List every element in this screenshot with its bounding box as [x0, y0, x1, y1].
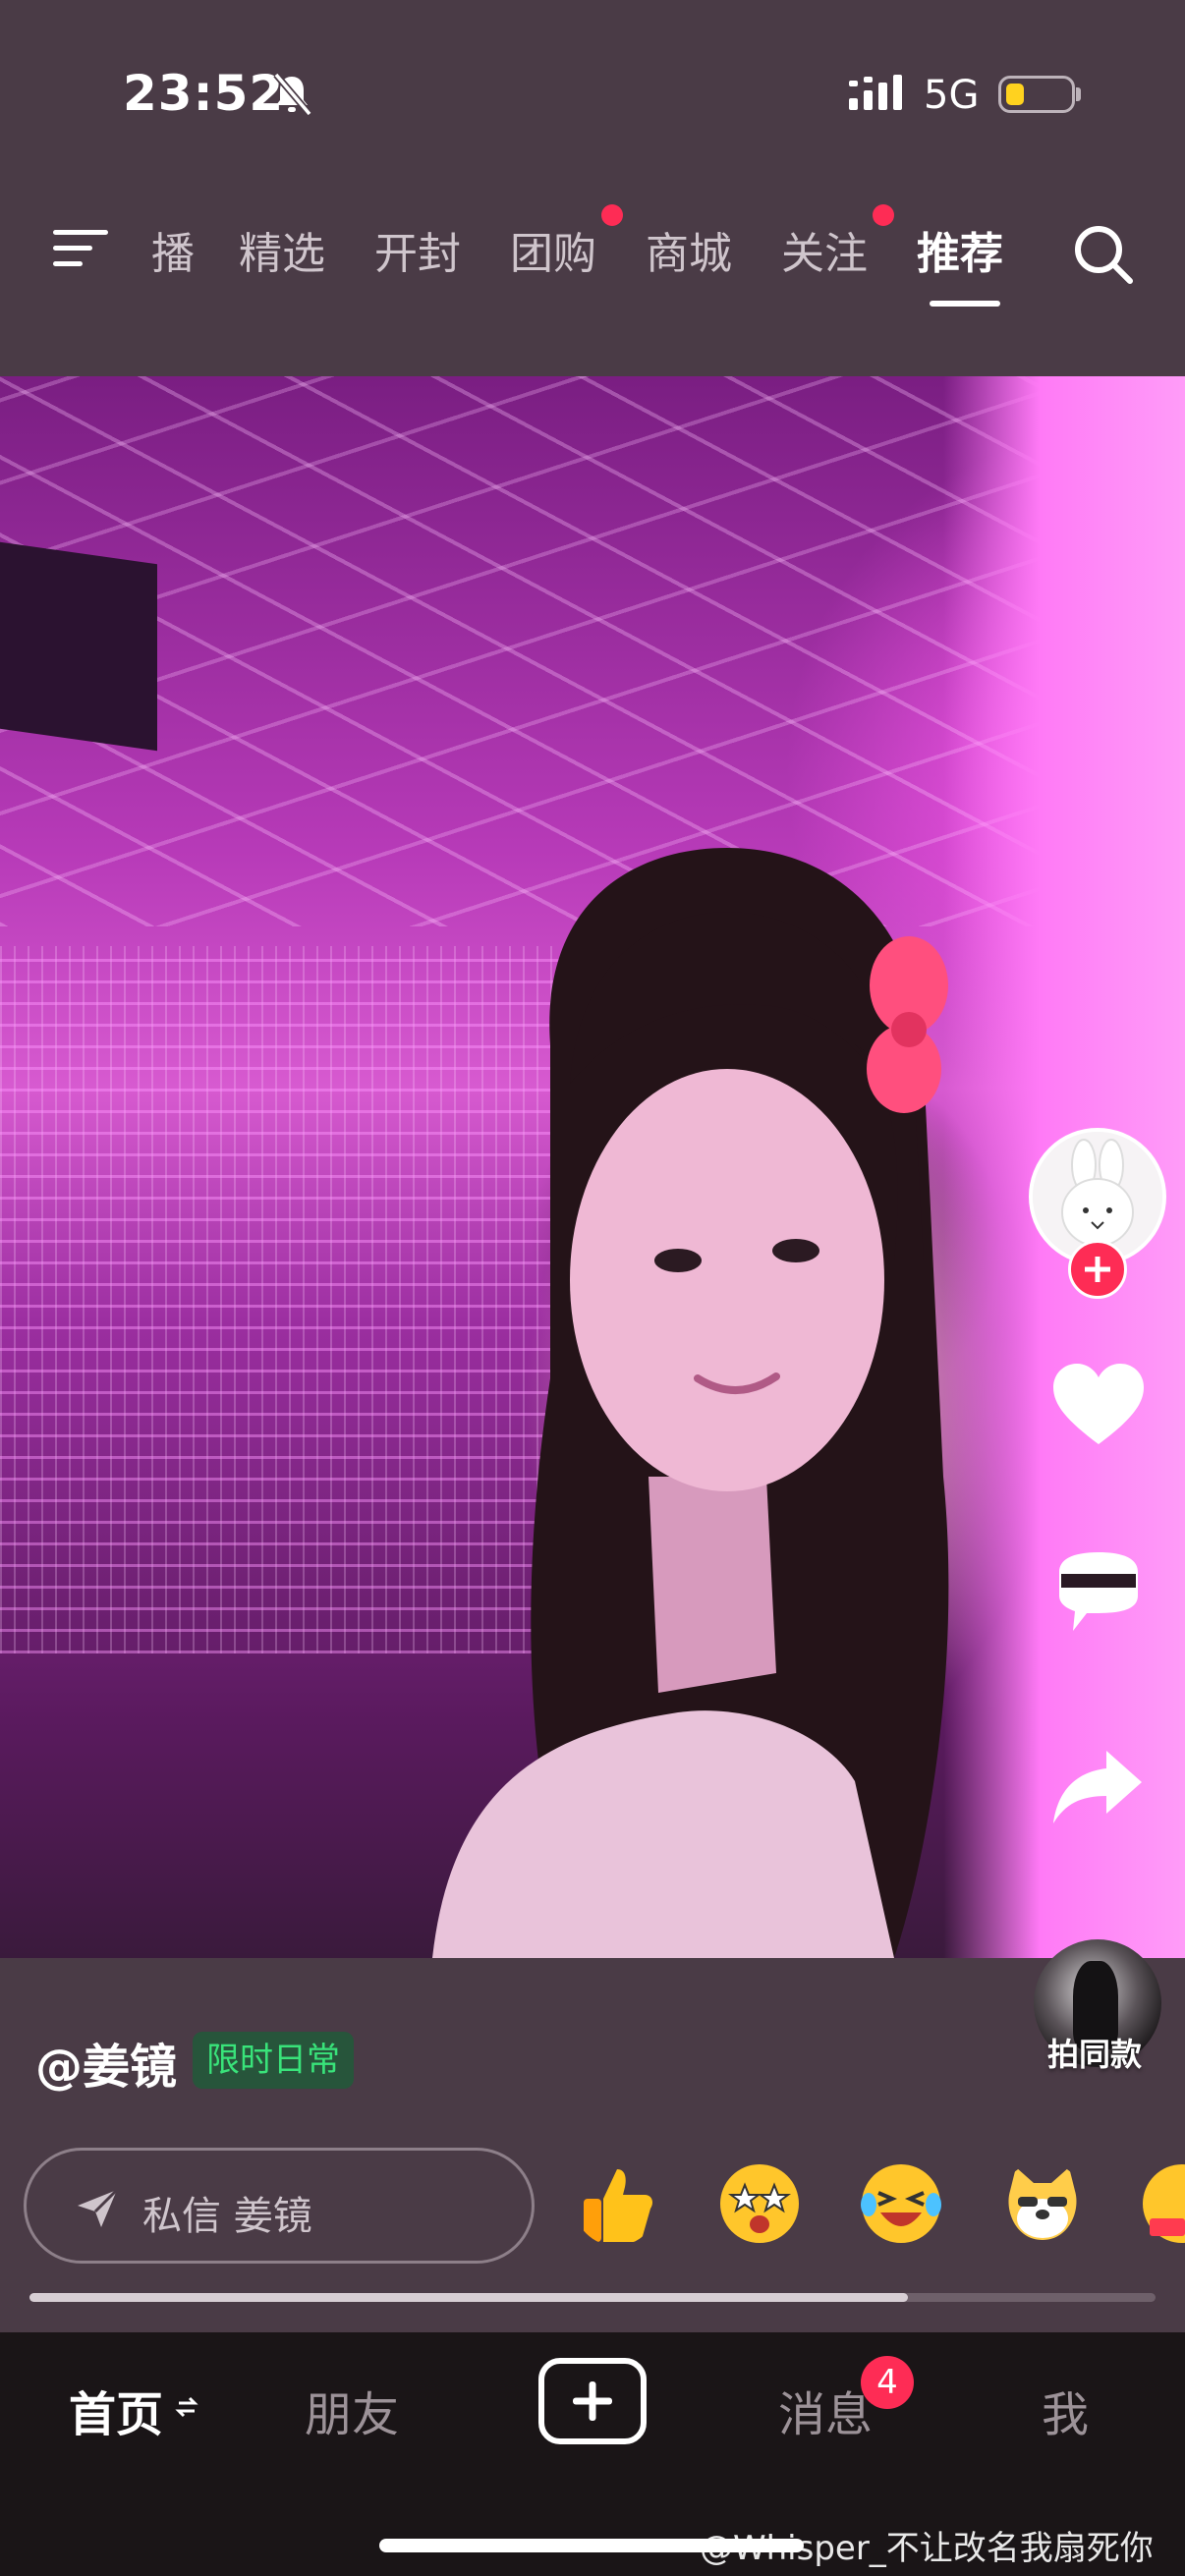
tab-shangcheng[interactable]: 商城: [646, 218, 732, 281]
search-icon[interactable]: [1069, 220, 1138, 289]
nav-friends[interactable]: 朋友: [305, 2376, 399, 2444]
tab-tuijian[interactable]: 推荐: [917, 218, 1003, 281]
top-nav: 播 精选 开封 团购 商城 关注 推荐: [0, 196, 1185, 376]
signal-icon: [849, 75, 902, 110]
network-type: 5G: [924, 73, 980, 118]
guanzhu-notification-dot: [873, 204, 894, 226]
tab-tuangou[interactable]: 团购: [510, 218, 596, 281]
create-post-button[interactable]: [538, 2358, 647, 2444]
video-progress-bar[interactable]: [29, 2293, 1156, 2302]
author-name[interactable]: @姜镜: [35, 2028, 177, 2097]
laugh-cry-emoji-icon[interactable]: [859, 2161, 943, 2246]
home-indicator[interactable]: [379, 2539, 804, 2552]
send-icon: [78, 2188, 119, 2227]
dm-label: 私信 姜镜: [142, 2194, 312, 2239]
battery-tip: [1076, 87, 1081, 101]
status-bar: 23:52 5G: [0, 0, 1185, 196]
same-style-label[interactable]: 拍同款: [1047, 2030, 1142, 2075]
status-time: 23:52: [123, 65, 285, 122]
nav-me[interactable]: 我: [1042, 2376, 1089, 2444]
share-icon[interactable]: [1047, 1737, 1150, 1839]
comment-icon[interactable]: [1047, 1542, 1150, 1645]
tab-bo[interactable]: 播: [151, 218, 195, 281]
thumbs-up-emoji-icon[interactable]: [574, 2161, 658, 2246]
messages-badge: 4: [861, 2356, 914, 2409]
video-tag[interactable]: 限时日常: [193, 2032, 354, 2089]
video-progress-fill: [29, 2293, 908, 2302]
tab-guanzhu[interactable]: 关注: [781, 218, 868, 281]
video-player[interactable]: [0, 376, 1185, 1958]
person-image: [432, 848, 949, 1958]
star-eyes-emoji-icon[interactable]: [717, 2161, 802, 2246]
tab-kaifeng[interactable]: 开封: [374, 218, 461, 281]
refresh-icon[interactable]: [175, 2393, 198, 2421]
follow-button[interactable]: [1068, 1240, 1127, 1299]
nav-home[interactable]: 首页: [69, 2376, 163, 2444]
like-heart-icon[interactable]: [1047, 1354, 1150, 1456]
cool-doge-emoji-icon[interactable]: [1000, 2161, 1085, 2246]
tab-jingxuan[interactable]: 精选: [239, 218, 325, 281]
nav-messages[interactable]: 消息: [778, 2376, 873, 2444]
stadium-screen: [0, 541, 157, 752]
partial-emoji-icon[interactable]: [1140, 2161, 1185, 2246]
battery-icon: [998, 76, 1075, 113]
active-tab-underline: [930, 301, 1000, 307]
bell-muted-icon: [273, 72, 312, 117]
direct-message-input[interactable]: 私信 姜镜: [24, 2148, 535, 2264]
tuangou-notification-dot: [601, 204, 623, 226]
menu-icon[interactable]: [49, 222, 112, 273]
bottom-nav: 首页 朋友 消息 4 我 @Whisper_不让改名我扇死你: [0, 2332, 1185, 2576]
